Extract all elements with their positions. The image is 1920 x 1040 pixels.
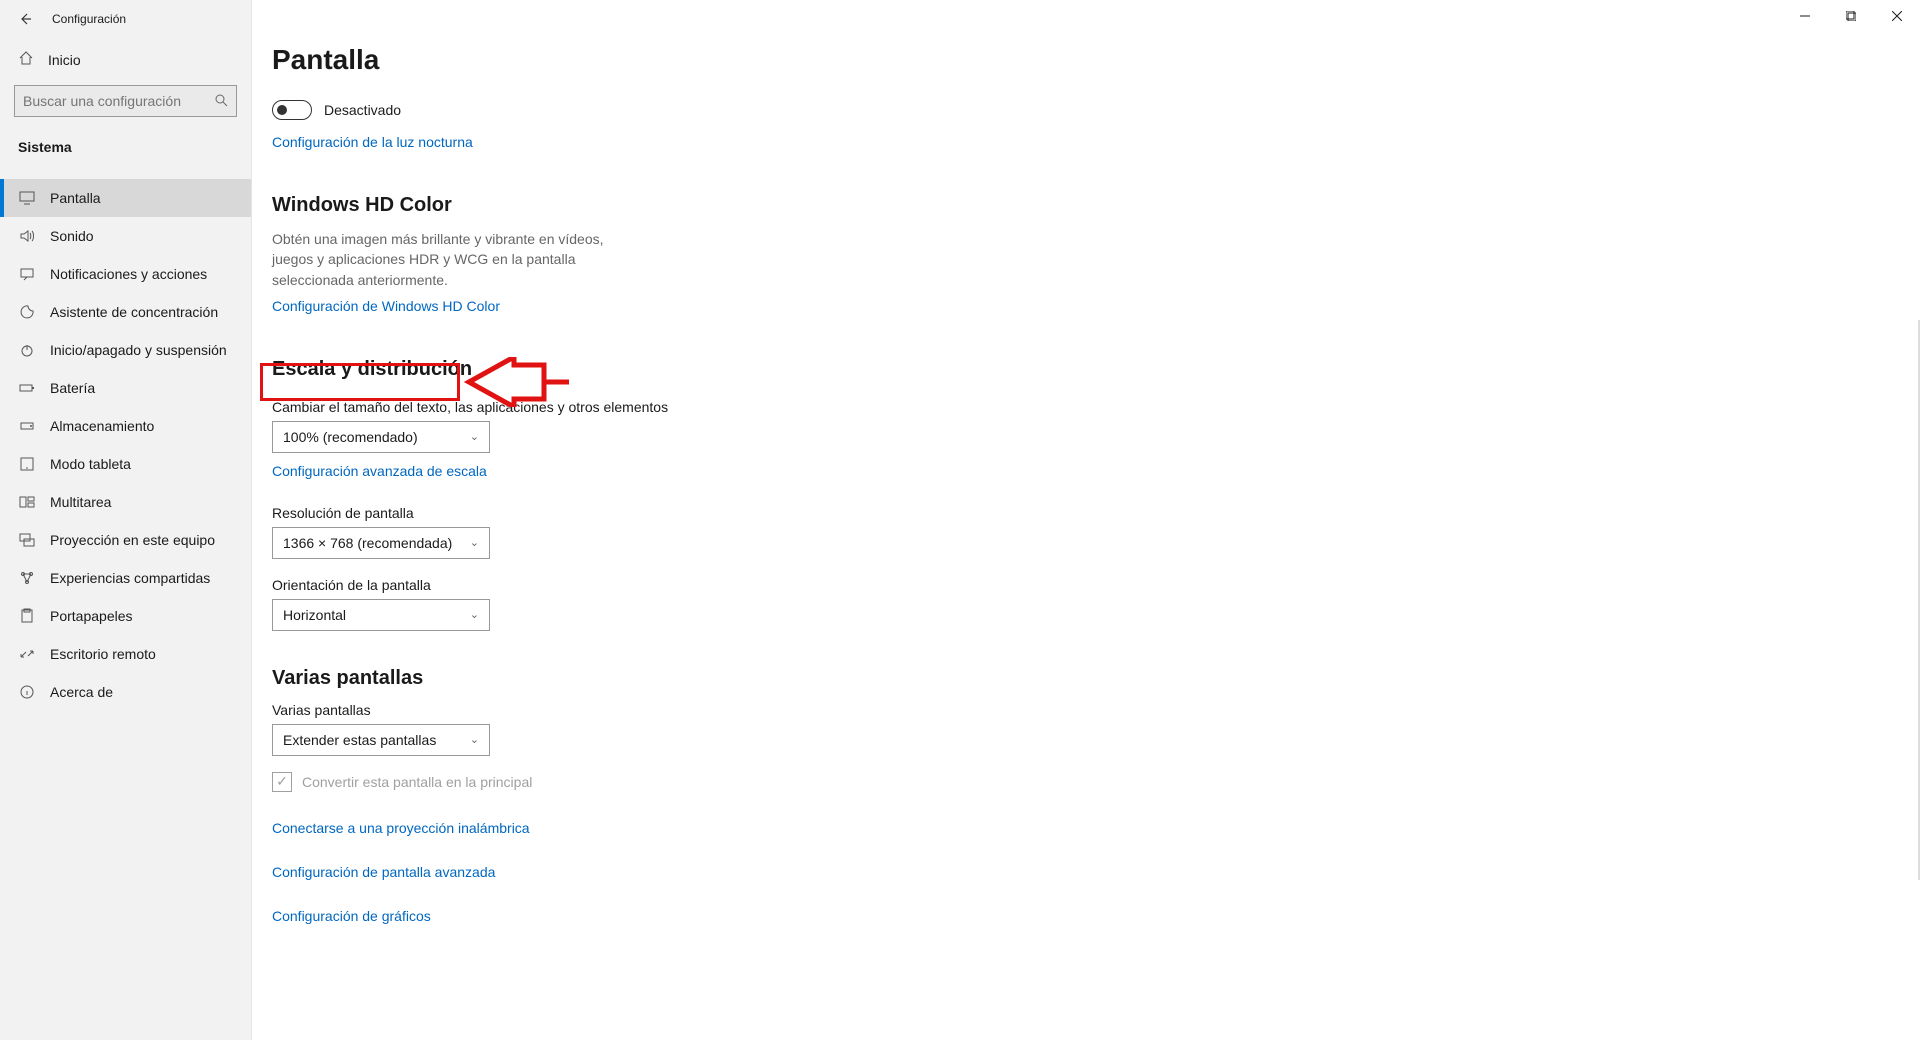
content-scroll[interactable]: Pantalla Desactivado Configuración de la… — [252, 0, 1920, 1040]
chevron-down-icon: ⌄ — [470, 430, 479, 443]
sidebar-section-label: Sistema — [0, 133, 251, 169]
multitask-icon — [18, 493, 36, 511]
hdcolor-desc: Obtén una imagen más brillante y vibrant… — [272, 229, 632, 290]
text-size-value: 100% (recomendado) — [283, 429, 418, 445]
notifications-icon — [18, 265, 36, 283]
main-content: Pantalla Desactivado Configuración de la… — [252, 0, 1920, 1040]
sidebar-item-power[interactable]: Inicio/apagado y suspensión — [0, 331, 251, 369]
sidebar-item-label: Acerca de — [50, 684, 113, 700]
sidebar-item-shared[interactable]: Experiencias compartidas — [0, 559, 251, 597]
home-button[interactable]: Inicio — [0, 40, 251, 79]
advanced-scale-link[interactable]: Configuración avanzada de escala — [272, 463, 487, 479]
sidebar-item-label: Experiencias compartidas — [50, 570, 210, 586]
scale-section: Escala y distribución Cambiar el tamaño … — [272, 358, 1920, 631]
chevron-down-icon: ⌄ — [470, 608, 479, 621]
storage-icon — [18, 417, 36, 435]
resolution-label: Resolución de pantalla — [272, 505, 1920, 521]
text-size-label: Cambiar el tamaño del texto, las aplicac… — [272, 399, 1920, 415]
hdcolor-link[interactable]: Configuración de Windows HD Color — [272, 298, 500, 314]
footer-links: Conectarse a una proyección inalámbrica … — [272, 820, 1920, 932]
sidebar-item-display[interactable]: Pantalla — [0, 179, 251, 217]
app-title: Configuración — [52, 12, 126, 26]
multidisplay-heading: Varias pantallas — [272, 667, 1920, 690]
sidebar-item-focus[interactable]: Asistente de concentración — [0, 293, 251, 331]
power-icon — [18, 341, 36, 359]
sidebar-item-sound[interactable]: Sonido — [0, 217, 251, 255]
page-title: Pantalla — [272, 44, 1920, 76]
back-icon[interactable] — [18, 12, 32, 26]
sidebar-item-label: Proyección en este equipo — [50, 532, 215, 548]
wireless-projection-link[interactable]: Conectarse a una proyección inalámbrica — [272, 820, 1920, 836]
sidebar-item-label: Modo tableta — [50, 456, 131, 472]
sidebar-item-label: Almacenamiento — [50, 418, 154, 434]
sidebar-nav: Pantalla Sonido Notificaciones y accione… — [0, 179, 251, 711]
sidebar-item-multitask[interactable]: Multitarea — [0, 483, 251, 521]
text-size-dropdown[interactable]: 100% (recomendado) ⌄ — [272, 421, 490, 453]
sidebar-item-label: Escritorio remoto — [50, 646, 156, 662]
search-icon — [214, 93, 228, 110]
sidebar-item-storage[interactable]: Almacenamiento — [0, 407, 251, 445]
make-main-checkbox: ✓ — [272, 772, 292, 792]
sidebar-item-notifications[interactable]: Notificaciones y acciones — [0, 255, 251, 293]
orientation-label: Orientación de la pantalla — [272, 577, 1920, 593]
search-field[interactable] — [23, 93, 214, 109]
clipboard-icon — [18, 607, 36, 625]
sidebar-item-clipboard[interactable]: Portapapeles — [0, 597, 251, 635]
remote-icon — [18, 645, 36, 663]
home-icon — [18, 50, 34, 69]
home-label: Inicio — [48, 52, 81, 68]
sidebar-item-project[interactable]: Proyección en este equipo — [0, 521, 251, 559]
sidebar-item-label: Portapapeles — [50, 608, 133, 624]
chevron-down-icon: ⌄ — [470, 536, 479, 549]
sidebar-item-tablet[interactable]: Modo tableta — [0, 445, 251, 483]
battery-icon — [18, 379, 36, 397]
multidisplay-dropdown[interactable]: Extender estas pantallas ⌄ — [272, 724, 490, 756]
sidebar-item-about[interactable]: Acerca de — [0, 673, 251, 711]
minimize-button[interactable] — [1782, 0, 1828, 32]
search-input[interactable] — [14, 85, 237, 117]
nightlight-toggle-row: Desactivado — [272, 100, 1920, 120]
sidebar-item-label: Notificaciones y acciones — [50, 266, 207, 282]
nightlight-toggle[interactable] — [272, 100, 312, 120]
orientation-value: Horizontal — [283, 607, 346, 623]
orientation-dropdown[interactable]: Horizontal ⌄ — [272, 599, 490, 631]
sidebar-item-label: Multitarea — [50, 494, 111, 510]
display-icon — [18, 189, 36, 207]
tablet-icon — [18, 455, 36, 473]
sidebar-item-remote[interactable]: Escritorio remoto — [0, 635, 251, 673]
window-controls — [1782, 0, 1920, 32]
multidisplay-value: Extender estas pantallas — [283, 732, 436, 748]
resolution-value: 1366 × 768 (recomendada) — [283, 535, 452, 551]
advanced-display-link[interactable]: Configuración de pantalla avanzada — [272, 864, 1920, 880]
sound-icon — [18, 227, 36, 245]
sidebar-item-label: Sonido — [50, 228, 94, 244]
nightlight-toggle-label: Desactivado — [324, 102, 401, 118]
sidebar: Configuración Inicio Sistema Pantalla So… — [0, 0, 252, 1040]
make-main-label: Convertir esta pantalla en la principal — [302, 774, 532, 790]
multidisplay-label: Varias pantallas — [272, 702, 1920, 718]
sidebar-item-label: Batería — [50, 380, 95, 396]
graphics-settings-link[interactable]: Configuración de gráficos — [272, 908, 1920, 924]
maximize-button[interactable] — [1828, 0, 1874, 32]
focus-icon — [18, 303, 36, 321]
multidisplay-section: Varias pantallas Varias pantallas Extend… — [272, 667, 1920, 932]
nightlight-settings-link[interactable]: Configuración de la luz nocturna — [272, 134, 473, 150]
resolution-dropdown[interactable]: 1366 × 768 (recomendada) ⌄ — [272, 527, 490, 559]
sidebar-item-label: Inicio/apagado y suspensión — [50, 342, 227, 358]
sidebar-item-label: Asistente de concentración — [50, 304, 218, 320]
shared-icon — [18, 569, 36, 587]
sidebar-item-label: Pantalla — [50, 190, 101, 206]
sidebar-header: Configuración — [0, 6, 251, 40]
hdcolor-section: Windows HD Color Obtén una imagen más br… — [272, 194, 1920, 322]
scale-heading: Escala y distribución — [272, 358, 1920, 381]
sidebar-item-battery[interactable]: Batería — [0, 369, 251, 407]
make-main-checkbox-row: ✓ Convertir esta pantalla en la principa… — [272, 772, 1920, 792]
hdcolor-heading: Windows HD Color — [272, 194, 1920, 217]
about-icon — [18, 683, 36, 701]
chevron-down-icon: ⌄ — [470, 733, 479, 746]
project-icon — [18, 531, 36, 549]
close-button[interactable] — [1874, 0, 1920, 32]
